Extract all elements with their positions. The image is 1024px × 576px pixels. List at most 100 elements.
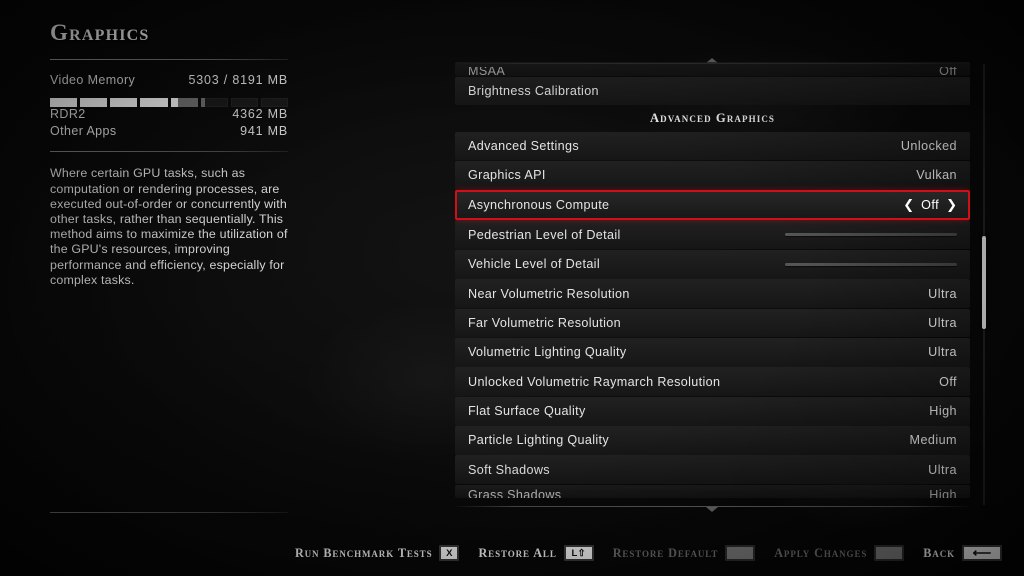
row-value: Ultra: [928, 345, 957, 360]
row-label: Near Volumetric Resolution: [468, 286, 630, 301]
row-label: Asynchronous Compute: [468, 198, 610, 213]
video-memory-label: Video Memory: [50, 73, 136, 88]
row-value: Medium: [909, 433, 957, 448]
row-label: Unlocked Volumetric Raymarch Resolution: [468, 374, 721, 389]
footer-button-restore-all[interactable]: Restore All L⇧: [478, 545, 594, 561]
settings-row[interactable]: Graphics API Vulkan: [455, 160, 970, 190]
title-divider: [50, 59, 288, 61]
row-label: Advanced Graphics: [649, 110, 776, 125]
vram-segment-game-fill: [140, 98, 168, 108]
settings-section-header: Advanced Graphics: [455, 106, 970, 131]
row-label: Particle Lighting Quality: [468, 433, 610, 448]
settings-row[interactable]: Brightness Calibration: [455, 76, 970, 106]
vram-segment-game-fill: [80, 98, 108, 108]
settings-row[interactable]: Far Volumetric Resolution Ultra: [455, 308, 970, 338]
settings-list[interactable]: MSAA Off Brightness Calibration Advanced …: [455, 62, 970, 505]
vram-segment: [260, 98, 288, 108]
game-settings-screen: Graphics Video Memory 5303 / 8191 MB RDR…: [0, 0, 1024, 576]
footer-button-label: Restore Default: [612, 545, 719, 560]
info-panel: Graphics Video Memory 5303 / 8191 MB RDR…: [50, 20, 288, 288]
vram-segment: [80, 98, 108, 108]
settings-row-clipped-bottom[interactable]: Grass Shadows High: [455, 484, 970, 498]
footer-button-apply-changes: Apply Changes: [774, 545, 905, 561]
row-label: Pedestrian Level of Detail: [468, 227, 621, 242]
settings-row-clipped-top[interactable]: MSAA Off: [455, 62, 970, 76]
breakdown-value: 4362 MB: [232, 107, 288, 122]
footer-button-back[interactable]: Back ⟵: [923, 545, 1002, 561]
vram-segment: [110, 98, 138, 108]
row-label: Grass Shadows: [468, 487, 562, 498]
settings-row[interactable]: Asynchronous Compute ❮ Off ❯: [455, 190, 970, 221]
row-value: Unlocked: [900, 138, 957, 153]
caret-down-icon[interactable]: [706, 507, 718, 512]
page-title: Graphics: [50, 20, 150, 45]
video-memory-row: Video Memory 5303 / 8191 MB: [50, 73, 288, 87]
settings-row[interactable]: Near Volumetric Resolution Ultra: [455, 279, 970, 308]
vram-segment: [50, 98, 78, 108]
row-value: Off: [939, 67, 957, 75]
row-value: Ultra: [928, 462, 957, 477]
vram-segment: [140, 98, 168, 108]
vram-breakdown-row-other-apps: Other Apps 941 MB: [50, 124, 288, 138]
row-label: Graphics API: [468, 168, 546, 183]
keybind-icon: X: [439, 545, 460, 561]
vram-segment-other-fill: [200, 98, 206, 108]
row-label: Volumetric Lighting Quality: [468, 345, 627, 360]
left-panel-bottom-divider: [50, 512, 288, 513]
vram-segment: [170, 98, 198, 108]
row-value: Ultra: [928, 286, 957, 301]
footer-button-label: Run Benchmark Tests: [294, 545, 433, 560]
chevron-left-icon[interactable]: ❮: [903, 199, 914, 212]
video-memory-value: 5303 / 8191 MB: [188, 73, 288, 88]
vram-breakdown-row-rdr2: RDR2 4362 MB: [50, 107, 288, 121]
row-value: High: [929, 404, 957, 419]
scrollbar-thumb[interactable]: [982, 236, 986, 329]
vram-segment: [200, 98, 228, 108]
settings-row[interactable]: Soft Shadows Ultra: [455, 455, 970, 485]
settings-row[interactable]: Unlocked Volumetric Raymarch Resolution O…: [455, 367, 970, 397]
footer-button-label: Restore All: [478, 545, 557, 560]
settings-row[interactable]: Vehicle Level of Detail: [455, 249, 970, 279]
keybind-icon: [874, 545, 905, 561]
keybind-icon: ⟵: [962, 545, 1002, 561]
vram-segment-game-fill: [50, 98, 78, 108]
row-value: Off: [921, 198, 940, 213]
keybind-icon: L⇧: [563, 545, 594, 561]
vram-segment-game-fill: [170, 98, 178, 108]
vram-usage-bar: [50, 98, 288, 108]
footer-button-run-benchmark-tests[interactable]: Run Benchmark Tests X: [295, 545, 460, 561]
value-stepper[interactable]: ❮ Off ❯: [903, 198, 957, 212]
row-label: Vehicle Level of Detail: [468, 257, 600, 272]
vram-segment-game-fill: [110, 98, 138, 108]
row-label: Soft Shadows: [468, 462, 550, 477]
row-label: Far Volumetric Resolution: [468, 315, 621, 330]
breakdown-label: RDR2: [50, 107, 86, 122]
row-value: High: [929, 487, 957, 498]
footer-button-label: Apply Changes: [774, 545, 868, 560]
row-label: MSAA: [468, 67, 506, 75]
row-value: Off: [939, 374, 957, 389]
settings-row[interactable]: Volumetric Lighting Quality Ultra: [455, 337, 970, 367]
footer-action-bar: Run Benchmark Tests X Restore All L⇧ Restore…: [0, 530, 1024, 576]
row-label: Advanced Settings: [468, 138, 579, 153]
chevron-right-icon[interactable]: ❯: [946, 199, 957, 212]
setting-description: Where certain GPU tasks, such as computa…: [50, 166, 288, 287]
breakdown-label: Other Apps: [50, 124, 117, 139]
settings-row[interactable]: Flat Surface Quality High: [455, 396, 970, 426]
keybind-icon: [725, 545, 756, 561]
settings-rows-container: Brightness Calibration Advanced Graphics A…: [455, 76, 970, 485]
footer-button-label: Back: [923, 545, 955, 560]
breakdown-value: 941 MB: [240, 124, 288, 139]
vram-segment: [230, 98, 258, 108]
row-label: Brightness Calibration: [468, 83, 599, 98]
settings-row[interactable]: Particle Lighting Quality Medium: [455, 426, 970, 455]
footer-button-restore-default: Restore Default: [613, 545, 756, 561]
row-slider[interactable]: [785, 262, 957, 266]
row-label: Flat Surface Quality: [468, 404, 586, 419]
settings-row[interactable]: Pedestrian Level of Detail: [455, 220, 970, 250]
row-slider[interactable]: [785, 233, 957, 237]
row-value: Ultra: [928, 315, 957, 330]
row-value: Vulkan: [916, 168, 957, 183]
memory-divider: [50, 151, 288, 153]
settings-row[interactable]: Advanced Settings Unlocked: [455, 131, 970, 161]
